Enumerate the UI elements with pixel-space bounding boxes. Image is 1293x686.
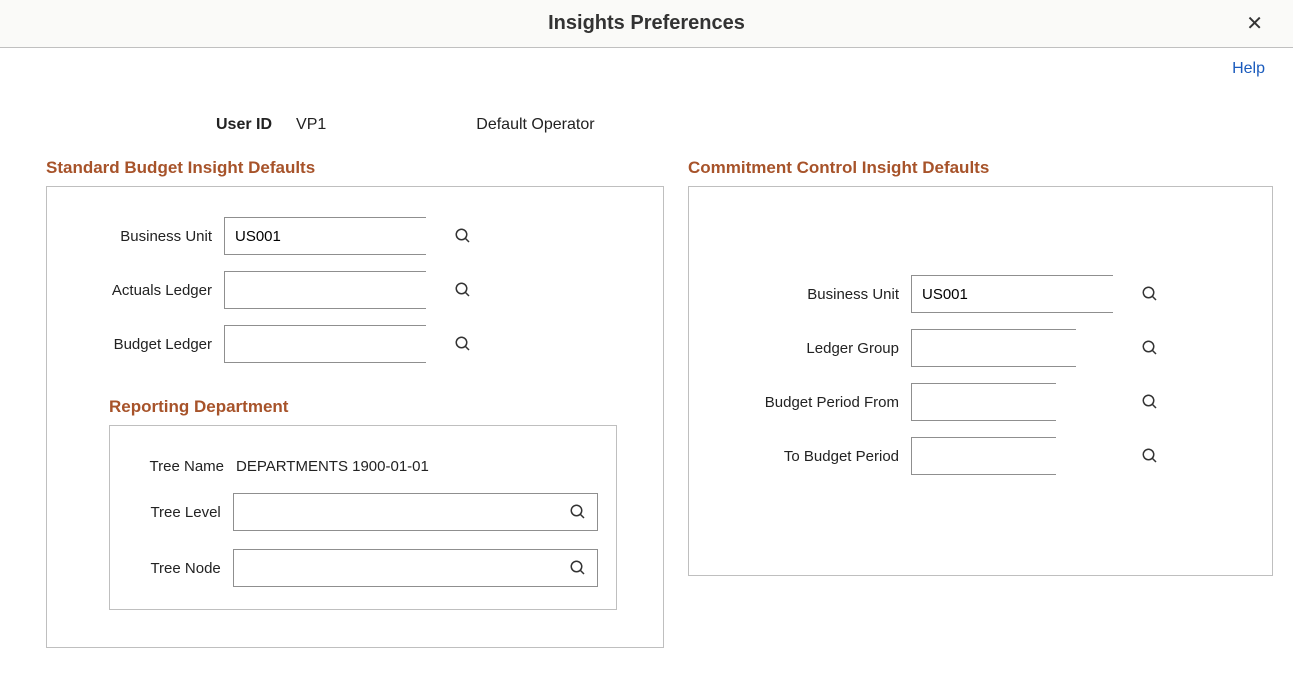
ledger-group-input[interactable] [912,330,1131,366]
search-icon [1141,339,1159,357]
cc-business-unit-input[interactable] [912,276,1131,312]
actuals-ledger-lookup-button[interactable] [444,272,482,308]
to-budget-period-row: To Budget Period [711,437,1250,475]
tree-name-row: Tree Name DEPARTMENTS 1900-01-01 [128,458,598,475]
dialog-header: Insights Preferences ✕ [0,0,1293,48]
actuals-ledger-lookup [224,271,426,309]
search-icon [454,227,472,245]
reporting-department-section: Reporting Department Tree Name DEPARTMEN… [109,397,641,610]
budget-ledger-label: Budget Ledger [69,336,224,353]
search-icon [1141,393,1159,411]
to-budget-period-label: To Budget Period [711,448,911,465]
search-icon [1141,447,1159,465]
tree-level-label: Tree Level [128,504,233,521]
tree-node-label: Tree Node [128,560,233,577]
tree-name-label: Tree Name [128,458,236,475]
ledger-group-label: Ledger Group [711,340,911,357]
search-icon [569,503,587,521]
business-unit-label: Business Unit [69,228,224,245]
search-icon [569,559,587,577]
actuals-ledger-row: Actuals Ledger [69,271,641,309]
cc-business-unit-row: Business Unit [711,275,1250,313]
standard-budget-title: Standard Budget Insight Defaults [46,158,664,178]
commitment-control-section: Commitment Control Insight Defaults Busi… [688,158,1273,648]
user-row: User ID VP1 Default Operator [0,78,1293,154]
tree-level-lookup-button[interactable] [559,494,597,530]
tree-node-row: Tree Node [128,549,598,587]
tree-level-row: Tree Level [128,493,598,531]
ledger-group-row: Ledger Group [711,329,1250,367]
commitment-control-title: Commitment Control Insight Defaults [688,158,1273,178]
standard-budget-panel: Business Unit Actuals Ledger [46,186,664,648]
user-id-value: VP1 [296,116,326,134]
commitment-control-panel: Business Unit Ledger Group [688,186,1273,576]
tree-node-lookup [233,549,598,587]
search-icon [454,281,472,299]
tree-node-input[interactable] [234,550,559,586]
cc-business-unit-lookup [911,275,1113,313]
actuals-ledger-input[interactable] [225,272,444,308]
reporting-department-panel: Tree Name DEPARTMENTS 1900-01-01 Tree Le… [109,425,617,610]
cc-business-unit-lookup-button[interactable] [1131,276,1169,312]
search-icon [454,335,472,353]
tree-name-value: DEPARTMENTS 1900-01-01 [236,458,429,475]
budget-ledger-lookup [224,325,426,363]
budget-period-from-input[interactable] [912,384,1131,420]
close-button[interactable]: ✕ [1246,14,1263,34]
business-unit-row: Business Unit [69,217,641,255]
budget-period-from-lookup [911,383,1056,421]
actuals-ledger-label: Actuals Ledger [69,282,224,299]
ledger-group-lookup [911,329,1076,367]
reporting-department-title: Reporting Department [109,397,641,417]
tree-level-input[interactable] [234,494,559,530]
tree-level-lookup [233,493,598,531]
to-budget-period-lookup [911,437,1056,475]
default-operator: Default Operator [476,116,594,134]
main-content: Standard Budget Insight Defaults Busines… [0,154,1293,648]
to-budget-period-lookup-button[interactable] [1131,438,1169,474]
business-unit-lookup-button[interactable] [444,218,482,254]
search-icon [1141,285,1159,303]
budget-period-from-row: Budget Period From [711,383,1250,421]
budget-ledger-row: Budget Ledger [69,325,641,363]
budget-period-from-label: Budget Period From [711,394,911,411]
budget-period-from-lookup-button[interactable] [1131,384,1169,420]
dialog-title: Insights Preferences [548,12,745,35]
to-budget-period-input[interactable] [912,438,1131,474]
standard-budget-section: Standard Budget Insight Defaults Busines… [46,158,664,648]
budget-ledger-input[interactable] [225,326,444,362]
budget-ledger-lookup-button[interactable] [444,326,482,362]
business-unit-lookup [224,217,426,255]
ledger-group-lookup-button[interactable] [1131,330,1169,366]
help-row: Help [0,48,1293,78]
help-link[interactable]: Help [1232,60,1265,77]
cc-business-unit-label: Business Unit [711,286,911,303]
tree-node-lookup-button[interactable] [559,550,597,586]
business-unit-input[interactable] [225,218,444,254]
close-icon: ✕ [1246,13,1263,35]
user-id-label: User ID [216,116,272,134]
